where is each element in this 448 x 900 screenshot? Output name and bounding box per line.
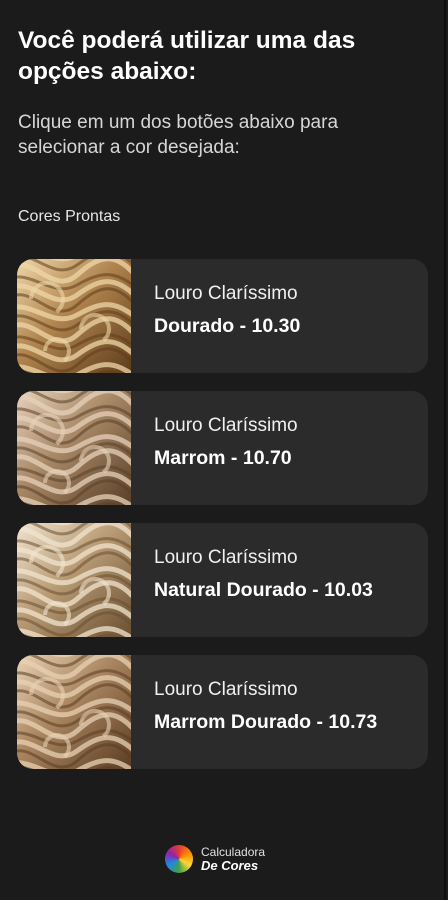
- section-label-ready-colors: Cores Prontas: [18, 208, 121, 225]
- color-shade-name: Louro Claríssimo: [154, 415, 298, 436]
- page-subtitle: Clique em um dos botões abaixo para sele…: [18, 112, 339, 158]
- page-title: Você poderá utilizar uma das opções abai…: [18, 27, 356, 85]
- app-screen: Você poderá utilizar uma das opções abai…: [0, 0, 446, 900]
- color-wheel-icon: [165, 845, 193, 873]
- color-tone-code: Marrom - 10.70: [154, 447, 292, 469]
- color-shade-name: Louro Claríssimo: [154, 283, 298, 304]
- color-card-10-73[interactable]: Louro Claríssimo Marrom Dourado - 10.73: [17, 655, 428, 769]
- hair-swatch-image: [17, 523, 131, 637]
- color-card-10-30[interactable]: Louro Claríssimo Dourado - 10.30: [17, 259, 428, 373]
- hair-waves-graphic: [17, 259, 131, 373]
- brand-logo: Calculadora De Cores: [165, 843, 265, 875]
- hair-swatch-image: [17, 655, 131, 769]
- hair-swatch-image: [17, 391, 131, 505]
- hair-waves-graphic: [17, 523, 131, 637]
- color-tone-code: Natural Dourado - 10.03: [154, 579, 373, 601]
- color-tone-code: Marrom Dourado - 10.73: [154, 711, 378, 733]
- color-shade-name: Louro Claríssimo: [154, 547, 298, 568]
- color-tone-code: Dourado - 10.30: [154, 315, 301, 337]
- color-shade-name: Louro Claríssimo: [154, 679, 298, 700]
- color-card-10-03[interactable]: Louro Claríssimo Natural Dourado - 10.03: [17, 523, 428, 637]
- color-card-10-70[interactable]: Louro Claríssimo Marrom - 10.70: [17, 391, 428, 505]
- hair-waves-graphic: [17, 655, 131, 769]
- brand-wordmark: Calculadora De Cores: [201, 846, 265, 873]
- hair-waves-graphic: [17, 391, 131, 505]
- hair-swatch-image: [17, 259, 131, 373]
- brand-name-bottom: De Cores: [201, 858, 259, 873]
